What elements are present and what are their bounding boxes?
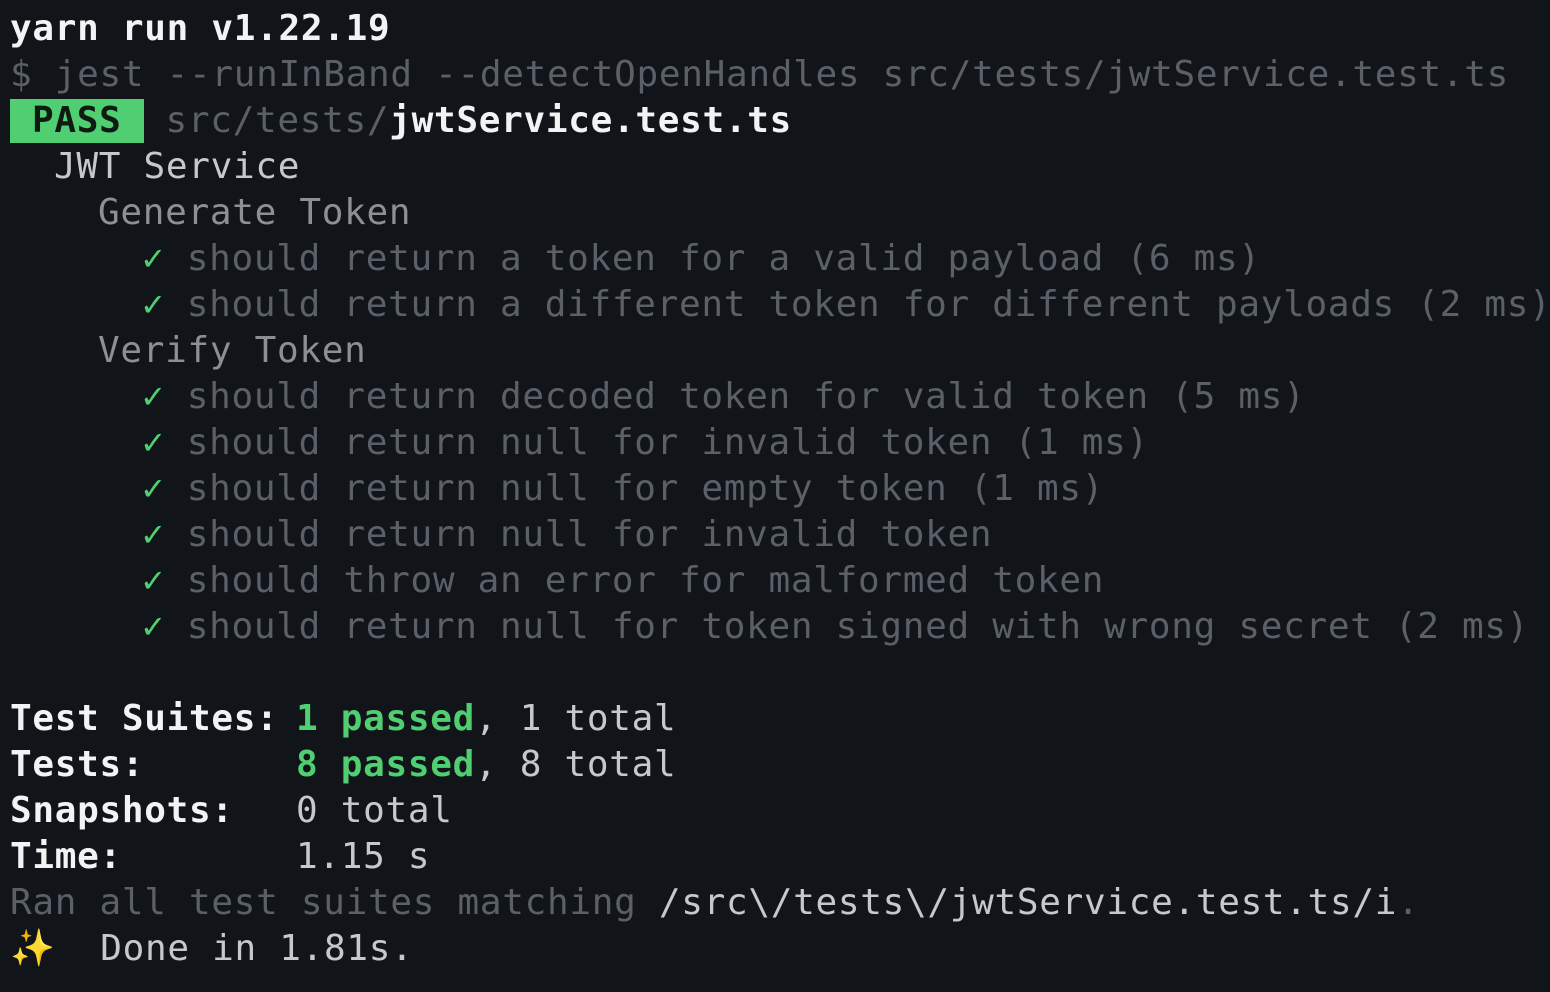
test-name: should return null for invalid token bbox=[186, 514, 993, 555]
yarn-header: yarn run v1.22.19 bbox=[10, 8, 391, 49]
ran-prefix: Ran all test suites matching bbox=[10, 882, 659, 923]
check-icon: ✓ bbox=[142, 284, 165, 325]
pass-badge: PASS bbox=[10, 99, 144, 143]
ran-suffix: . bbox=[1397, 882, 1420, 923]
snapshots-value: 0 total bbox=[296, 790, 453, 831]
suites-total: , 1 total bbox=[475, 698, 677, 739]
check-icon: ✓ bbox=[142, 468, 165, 509]
test-name: should throw an error for malformed toke… bbox=[186, 560, 1105, 601]
check-icon: ✓ bbox=[142, 514, 165, 555]
summary-label: Snapshots: bbox=[10, 790, 234, 831]
result-path-dir: src/tests/ bbox=[165, 100, 390, 141]
tests-passed: 8 passed bbox=[296, 744, 475, 785]
test-result-row: ✓ should return null for token signed wi… bbox=[10, 604, 1550, 650]
jest-command: $ jest --runInBand --detectOpenHandles s… bbox=[10, 54, 1510, 95]
terminal-window: yarn run v1.22.19 $ jest --runInBand --d… bbox=[0, 0, 1550, 992]
test-result-row: ✓ should return decoded token for valid … bbox=[10, 374, 1550, 420]
summary-label: Time: bbox=[10, 836, 122, 877]
tests-total: , 8 total bbox=[475, 744, 677, 785]
suite-name: JWT Service bbox=[54, 146, 301, 187]
test-result-row: ✓ should return null for invalid token bbox=[10, 512, 1550, 558]
check-icon: ✓ bbox=[142, 422, 165, 463]
check-icon: ✓ bbox=[142, 560, 165, 601]
ran-pattern: /src\/tests\/jwtService.test.ts/i bbox=[658, 882, 1398, 923]
test-name: should return a token for a valid payloa… bbox=[186, 238, 1261, 279]
group-name: Generate Token bbox=[98, 192, 412, 233]
done-line: ✨ Done in 1.81s. bbox=[10, 926, 1550, 972]
test-result-row: ✓ should return a different token for di… bbox=[10, 282, 1550, 328]
summary-tests: Tests: 8 passed, 8 total bbox=[10, 742, 1550, 788]
summary-time: Time: 1.15 s bbox=[10, 834, 1550, 880]
test-name: should return null for token signed with… bbox=[186, 606, 1530, 647]
test-name: should return decoded token for valid to… bbox=[186, 376, 1306, 417]
test-name: should return a different token for diff… bbox=[186, 284, 1550, 325]
suites-passed: 1 passed bbox=[296, 698, 475, 739]
test-name: should return null for empty token (1 ms… bbox=[186, 468, 1105, 509]
group-name: Verify Token bbox=[98, 330, 367, 371]
summary-snapshots: Snapshots: 0 total bbox=[10, 788, 1550, 834]
test-result-row: ✓ should return null for empty token (1 … bbox=[10, 466, 1550, 512]
check-icon: ✓ bbox=[142, 238, 165, 279]
summary-label: Tests: bbox=[10, 744, 145, 785]
check-icon: ✓ bbox=[142, 376, 165, 417]
summary-suites: Test Suites: 1 passed, 1 total bbox=[10, 696, 1550, 742]
test-result-row: ✓ should return a token for a valid payl… bbox=[10, 236, 1550, 282]
summary-label: Test Suites: bbox=[10, 698, 279, 739]
test-result-row: ✓ should return null for invalid token (… bbox=[10, 420, 1550, 466]
ran-all-line: Ran all test suites matching /src\/tests… bbox=[10, 880, 1550, 926]
sparkles-icon: ✨ bbox=[10, 928, 56, 969]
done-text: Done in 1.81s. bbox=[100, 928, 414, 969]
test-name: should return null for invalid token (1 … bbox=[186, 422, 1149, 463]
test-result-row: ✓ should throw an error for malformed to… bbox=[10, 558, 1550, 604]
check-icon: ✓ bbox=[142, 606, 165, 647]
result-path-file: jwtService.test.ts bbox=[389, 100, 792, 141]
result-line: PASS src/tests/jwtService.test.ts bbox=[10, 98, 1550, 144]
time-value: 1.15 s bbox=[296, 836, 431, 877]
